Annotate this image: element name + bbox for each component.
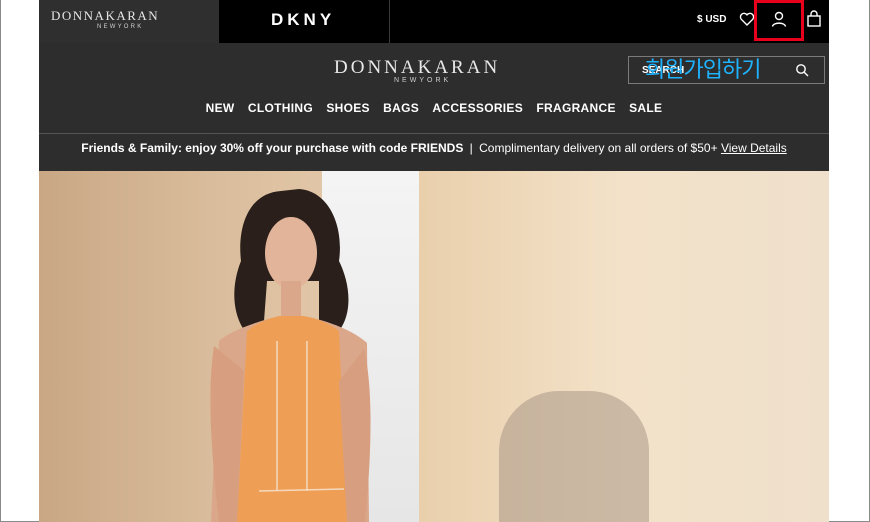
donna-karan-wordmark: DONNAKARAN (51, 8, 160, 23)
dkny-label: DKNY (271, 10, 336, 29)
nav-item-accessories[interactable]: ACCESSORIES (432, 101, 523, 115)
nav-item-shoes[interactable]: SHOES (326, 101, 370, 115)
search-icon[interactable] (795, 63, 809, 77)
promo-offer: Friends & Family: enjoy 30% off your pur… (81, 141, 464, 155)
shopping-bag-icon[interactable] (806, 10, 822, 28)
nav-item-clothing[interactable]: CLOTHING (248, 101, 313, 115)
hero-image[interactable] (39, 171, 829, 522)
donna-karan-subtitle: NEWYORK (97, 24, 144, 30)
view-details-link[interactable]: View Details (721, 141, 787, 155)
window-border-left (0, 0, 1, 522)
heart-icon[interactable] (739, 11, 755, 27)
promo-delivery: Complimentary delivery on all orders of … (479, 141, 718, 155)
brand-logo[interactable]: DONNAKARAN (334, 57, 500, 79)
model-figure (210, 189, 371, 522)
nav-item-new[interactable]: NEW (206, 101, 235, 115)
main-nav: NEW CLOTHING SHOES BAGS ACCESSORIES FRAG… (39, 101, 829, 115)
user-icon[interactable] (770, 10, 788, 28)
dkny-tab[interactable]: DKNY (219, 0, 390, 43)
annotation-signup: 회원가입하기 (645, 58, 761, 83)
currency-selector[interactable]: $ USD (697, 14, 726, 25)
top-bar: DONNAKARAN NEWYORK DKNY $ USD (39, 0, 829, 43)
nav-item-sale[interactable]: SALE (629, 101, 662, 115)
nav-item-fragrance[interactable]: FRAGRANCE (536, 101, 615, 115)
hero-shadow (499, 391, 649, 522)
donna-karan-tab[interactable]: DONNAKARAN NEWYORK (39, 0, 219, 43)
promo-banner: Friends & Family: enjoy 30% off your pur… (39, 133, 829, 171)
nav-item-bags[interactable]: BAGS (383, 101, 419, 115)
brand-logo-subtitle: NEWYORK (394, 77, 452, 84)
promo-separator: | (469, 141, 473, 155)
